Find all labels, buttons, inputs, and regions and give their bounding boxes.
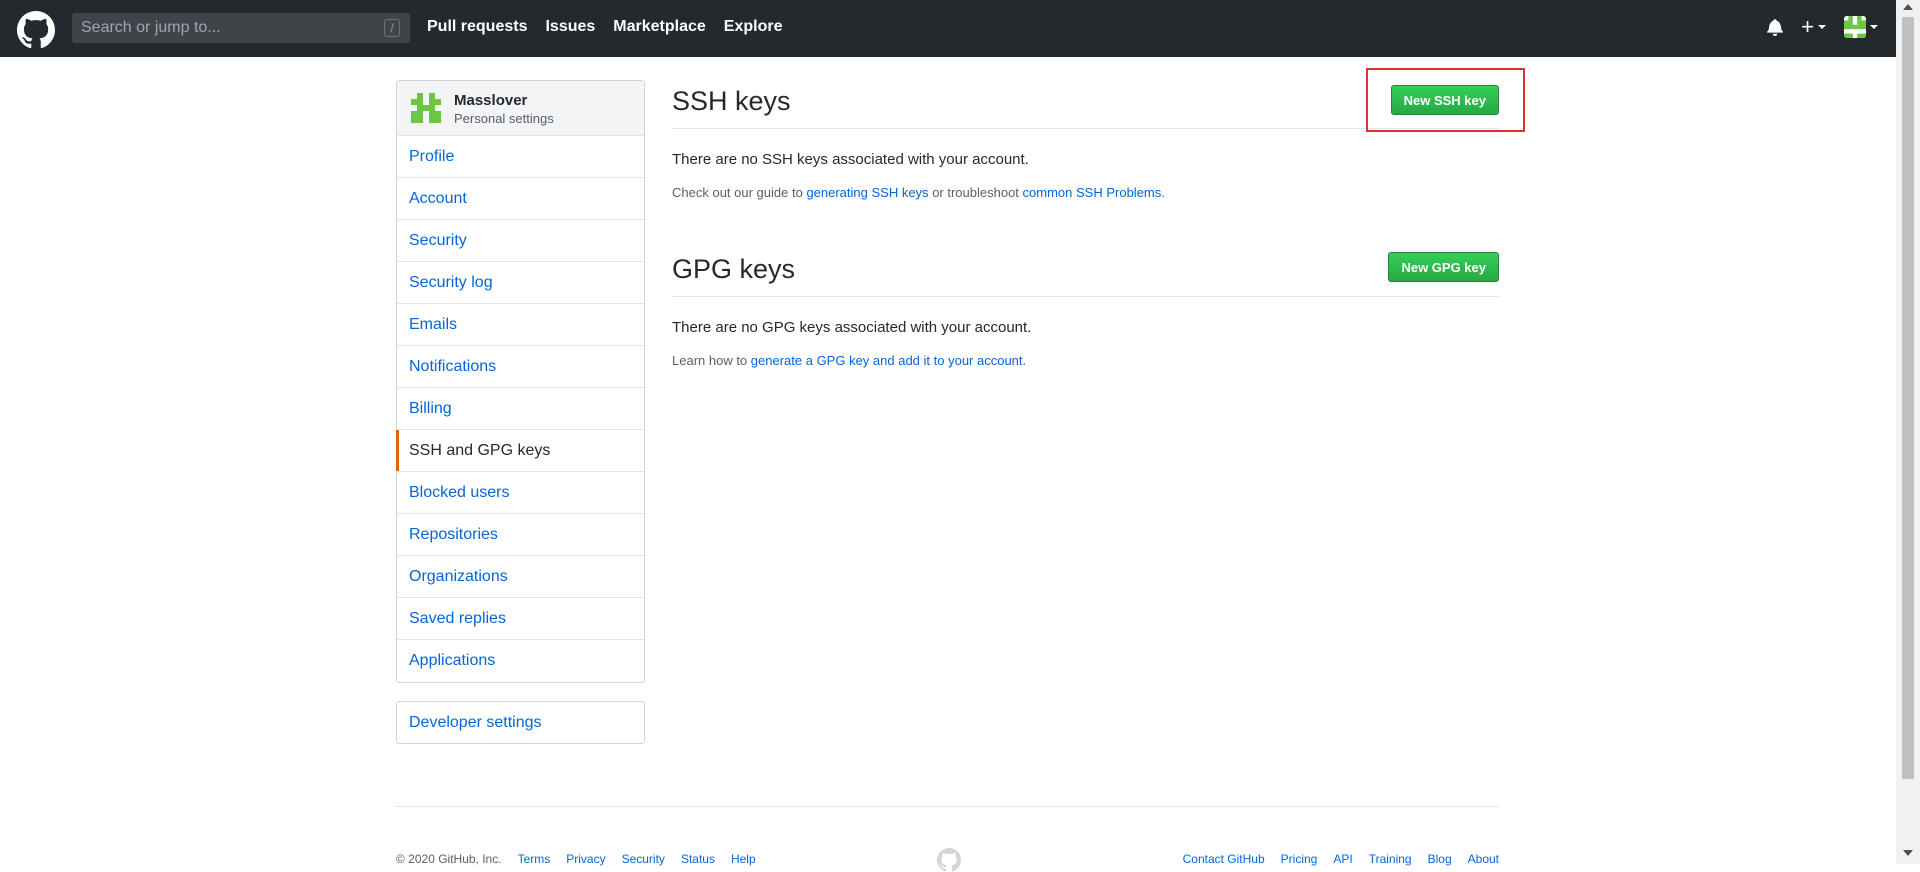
search-input[interactable] <box>73 14 379 42</box>
sidebar-subtitle: Personal settings <box>454 111 554 126</box>
ssh-help-text: Check out our guide to generating SSH ke… <box>672 185 1165 200</box>
generate-gpg-key-link[interactable]: generate a GPG key and add it to your ac… <box>751 353 1023 368</box>
ssh-empty-message: There are no SSH keys associated with yo… <box>672 151 1029 168</box>
sidebar-item-blocked-users[interactable]: Blocked users <box>397 472 644 514</box>
nav-explore[interactable]: Explore <box>724 18 783 36</box>
scroll-up-arrow-icon[interactable] <box>1903 4 1913 10</box>
nav-pull-requests[interactable]: Pull requests <box>427 18 527 36</box>
generating-ssh-keys-link[interactable]: generating SSH keys <box>806 185 928 200</box>
github-mark-icon[interactable] <box>937 848 961 872</box>
create-new-dropdown[interactable]: + <box>1801 14 1826 39</box>
sidebar-item-applications[interactable]: Applications <box>397 640 644 682</box>
main-nav: Pull requests Issues Marketplace Explore <box>427 18 782 36</box>
gpg-help-prefix: Learn how to <box>672 353 748 368</box>
sidebar-item-account[interactable]: Account <box>397 178 644 220</box>
search-shortcut-key: / <box>384 19 400 37</box>
common-ssh-problems-link[interactable]: common SSH Problems <box>1023 185 1162 200</box>
gpg-keys-section: GPG keys New GPG key There are no GPG ke… <box>672 248 1499 378</box>
gpg-help-suffix: . <box>1022 353 1027 368</box>
vertical-scrollbar[interactable] <box>1896 0 1920 864</box>
top-header: / Pull requests Issues Marketplace Explo… <box>0 0 1896 57</box>
gpg-keys-title: GPG keys <box>672 254 796 284</box>
sidebar-item-emails[interactable]: Emails <box>397 304 644 346</box>
sidebar-username[interactable]: Masslover <box>454 92 527 109</box>
sidebar-item-saved-replies[interactable]: Saved replies <box>397 598 644 640</box>
sidebar-item-organizations[interactable]: Organizations <box>397 556 644 598</box>
sidebar-item-security[interactable]: Security <box>397 220 644 262</box>
user-menu-dropdown[interactable] <box>1844 16 1878 38</box>
nav-marketplace[interactable]: Marketplace <box>613 18 706 36</box>
chevron-down-icon <box>1870 25 1878 29</box>
sidebar-item-notifications[interactable]: Notifications <box>397 346 644 388</box>
divider <box>672 296 1499 297</box>
sidebar-user-header: Masslover Personal settings <box>397 81 644 136</box>
gpg-empty-message: There are no GPG keys associated with yo… <box>672 319 1032 336</box>
sidebar-item-billing[interactable]: Billing <box>397 388 644 430</box>
gpg-help-text: Learn how to generate a GPG key and add … <box>672 353 1026 368</box>
ssh-help-suffix: . <box>1161 185 1165 200</box>
ssh-keys-title: SSH keys <box>672 86 791 116</box>
scroll-thumb[interactable] <box>1902 17 1914 779</box>
avatar <box>1844 16 1866 38</box>
ssh-help-prefix: Check out our guide to <box>672 185 803 200</box>
sidebar-item-repositories[interactable]: Repositories <box>397 514 644 556</box>
sidebar-item-profile[interactable]: Profile <box>397 136 644 178</box>
sidebar-item-security-log[interactable]: Security log <box>397 262 644 304</box>
footer-divider <box>396 806 1499 807</box>
avatar[interactable] <box>411 93 441 123</box>
settings-sidebar: Masslover Personal settings Profile Acco… <box>396 80 645 683</box>
header-actions: + <box>1767 16 1878 38</box>
search-box: / <box>72 13 410 43</box>
highlight-annotation <box>1366 68 1525 132</box>
notifications-bell-icon[interactable] <box>1767 18 1784 36</box>
nav-issues[interactable]: Issues <box>545 18 595 36</box>
scroll-down-arrow-icon[interactable] <box>1903 850 1913 856</box>
new-gpg-key-button[interactable]: New GPG key <box>1388 252 1499 282</box>
chevron-down-icon <box>1818 25 1826 29</box>
sidebar-item-developer-settings[interactable]: Developer settings <box>396 701 645 744</box>
github-logo-icon[interactable] <box>17 11 55 49</box>
plus-icon: + <box>1801 14 1814 39</box>
ssh-help-middle: or troubleshoot <box>932 185 1019 200</box>
sidebar-item-ssh-gpg-keys[interactable]: SSH and GPG keys <box>396 430 644 472</box>
